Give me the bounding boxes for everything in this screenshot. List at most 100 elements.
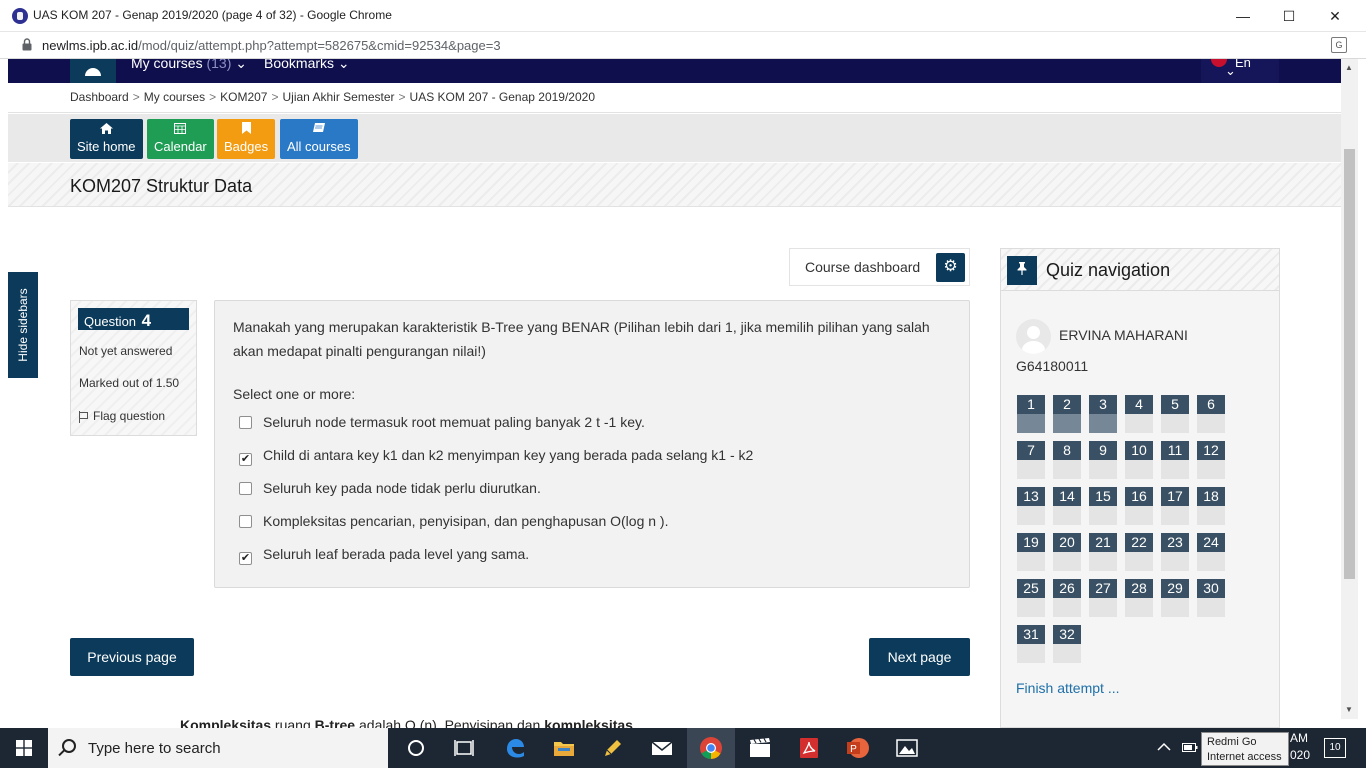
powerpoint-icon[interactable]: P [846,736,870,760]
course-name[interactable]: KOM207 Struktur Data [70,176,252,197]
option-checkbox-checked[interactable]: ✔ [239,453,252,466]
answer-option[interactable]: ✔ Child di antara key k1 dan k2 menyimpan… [239,447,753,467]
task-view-icon[interactable] [452,736,476,760]
taskbar-search-box[interactable]: Type here to search [48,728,388,768]
quiz-nav-question-button[interactable]: 31 [1017,625,1045,663]
quiz-nav-question-button[interactable]: 23 [1161,533,1189,571]
quiz-nav-question-button[interactable]: 3 [1089,395,1117,433]
bookmarks-menu[interactable]: Bookmarks ⌄ [264,59,350,70]
file-explorer-icon[interactable] [552,736,576,760]
badges-button[interactable]: Badges [217,119,276,159]
quiz-nav-question-button[interactable]: 15 [1089,487,1117,525]
answer-option[interactable]: ✔ Seluruh leaf berada pada level yang sam… [239,546,529,566]
finish-attempt-link[interactable]: Finish attempt ... [1016,680,1119,696]
windows-start-button[interactable] [0,728,48,768]
breadcrumb-quiz[interactable]: UAS KOM 207 - Genap 2019/2020 [410,90,595,104]
quiz-nav-question-button[interactable]: 6 [1197,395,1225,433]
flag-question-toggle[interactable]: Flag question [79,409,165,423]
my-courses-menu[interactable]: My courses (13) ⌄ [131,59,247,70]
language-menu[interactable]: En ⌄ [1201,59,1279,83]
quiz-nav-question-button[interactable]: 13 [1017,487,1045,525]
quiz-nav-question-button[interactable]: 12 [1197,441,1225,479]
pen-app-icon[interactable] [601,736,625,760]
scroll-down-icon[interactable]: ▼ [1345,705,1353,714]
quiz-nav-question-button[interactable]: 27 [1089,579,1117,617]
answer-option[interactable]: Seluruh key pada node tidak perlu diurut… [239,480,541,500]
scroll-up-icon[interactable]: ▲ [1345,63,1353,72]
calendar-label: Calendar [154,139,207,154]
close-window-button[interactable]: ✕ [1312,0,1358,32]
maximize-button[interactable]: ☐ [1266,0,1312,32]
quiz-nav-question-button[interactable]: 9 [1089,441,1117,479]
option-label[interactable]: Seluruh leaf berada pada level yang sama… [263,546,529,562]
answer-option[interactable]: Kompleksitas pencarian, penyisipan, dan … [239,513,668,533]
breadcrumb-separator: > [209,90,217,104]
chevron-up-icon[interactable] [1157,742,1171,752]
quiz-nav-question-button[interactable]: 2 [1053,395,1081,433]
site-home-button[interactable]: Site home [70,119,143,159]
video-editor-icon[interactable] [748,736,772,760]
quiz-nav-question-button[interactable]: 25 [1017,579,1045,617]
cortana-icon[interactable] [404,736,428,760]
quiz-nav-question-button[interactable]: 8 [1053,441,1081,479]
hide-sidebars-tab[interactable]: Hide sidebars [8,272,38,378]
previous-page-button[interactable]: Previous page [70,638,194,676]
gear-icon[interactable]: ⚙ [936,253,965,282]
quiz-nav-question-button[interactable]: 30 [1197,579,1225,617]
quiz-nav-question-button[interactable]: 28 [1125,579,1153,617]
breadcrumb-dashboard[interactable]: Dashboard [70,90,129,104]
option-label[interactable]: Kompleksitas pencarian, penyisipan, dan … [263,513,668,529]
quiz-nav-question-number: 30 [1197,579,1225,598]
quiz-nav-question-button[interactable]: 7 [1017,441,1045,479]
breadcrumb-section[interactable]: Ujian Akhir Semester [282,90,394,104]
address-bar[interactable]: newlms.ipb.ac.id/mod/quiz/attempt.php?at… [0,32,1366,59]
quiz-nav-question-button[interactable]: 26 [1053,579,1081,617]
quiz-nav-question-button[interactable]: 18 [1197,487,1225,525]
minimize-button[interactable]: — [1220,0,1266,32]
mail-icon[interactable] [650,736,674,760]
all-courses-button[interactable]: All courses [280,119,358,159]
user-name[interactable]: ERVINA MAHARANI [1059,327,1188,343]
url-text[interactable]: newlms.ipb.ac.id/mod/quiz/attempt.php?at… [42,38,501,53]
quiz-nav-question-button[interactable]: 5 [1161,395,1189,433]
answer-option[interactable]: Seluruh node termasuk root memuat paling… [239,414,645,434]
notification-center-icon[interactable]: 10 [1324,738,1346,758]
battery-icon[interactable] [1182,742,1198,753]
quiz-nav-question-button[interactable]: 4 [1125,395,1153,433]
quiz-nav-question-button[interactable]: 19 [1017,533,1045,571]
translate-icon[interactable]: G [1331,37,1347,53]
option-checkbox[interactable] [239,416,252,429]
scrollbar-thumb[interactable] [1344,149,1355,579]
option-label[interactable]: Seluruh node termasuk root memuat paling… [263,414,645,430]
quiz-nav-question-button[interactable]: 11 [1161,441,1189,479]
option-checkbox-checked[interactable]: ✔ [239,552,252,565]
dashboard-home-icon[interactable] [70,59,116,83]
photos-app-icon[interactable] [895,736,919,760]
quiz-nav-question-button[interactable]: 16 [1125,487,1153,525]
option-label[interactable]: Child di antara key k1 dan k2 menyimpan … [263,447,753,463]
next-page-button[interactable]: Next page [869,638,970,676]
pdf-reader-icon[interactable] [797,736,821,760]
breadcrumb-course[interactable]: KOM207 [220,90,267,104]
breadcrumb-my-courses[interactable]: My courses [144,90,205,104]
system-clock[interactable]: AM 020 [1290,730,1310,764]
quiz-nav-question-button[interactable]: 20 [1053,533,1081,571]
quiz-nav-question-button[interactable]: 29 [1161,579,1189,617]
edge-browser-icon[interactable] [503,736,527,760]
quiz-nav-question-button[interactable]: 17 [1161,487,1189,525]
quiz-nav-question-button[interactable]: 22 [1125,533,1153,571]
quiz-nav-question-button[interactable]: 24 [1197,533,1225,571]
quiz-nav-question-button[interactable]: 10 [1125,441,1153,479]
option-checkbox[interactable] [239,515,252,528]
pin-icon[interactable] [1007,256,1037,285]
question-label: Question [84,314,137,329]
quiz-nav-question-button[interactable]: 1 [1017,395,1045,433]
option-label[interactable]: Seluruh key pada node tidak perlu diurut… [263,480,541,496]
quiz-nav-question-button[interactable]: 21 [1089,533,1117,571]
page-scrollbar[interactable]: ▲ ▼ [1341,59,1358,719]
chrome-browser-icon[interactable] [699,736,723,760]
quiz-nav-question-button[interactable]: 32 [1053,625,1081,663]
calendar-button[interactable]: Calendar [147,119,214,159]
option-checkbox[interactable] [239,482,252,495]
quiz-nav-question-button[interactable]: 14 [1053,487,1081,525]
